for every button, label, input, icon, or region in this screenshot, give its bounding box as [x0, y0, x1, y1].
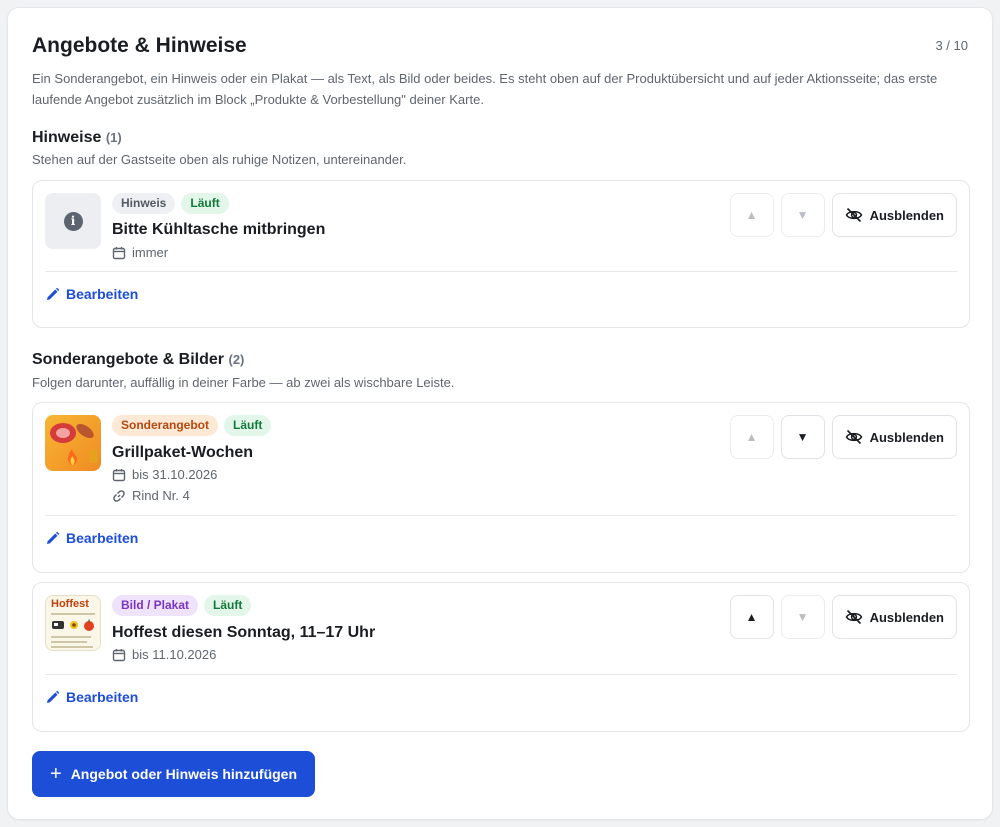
eye-off-icon	[845, 429, 862, 445]
section-title-notes: Hinweise (1)	[32, 129, 122, 147]
offers-notes-panel: Angebote & Hinweise 3 / 10 Ein Sonderang…	[7, 7, 993, 820]
move-down-button[interactable]: ▼	[780, 193, 825, 237]
calendar-icon	[112, 246, 126, 259]
status-badge: Läuft	[224, 415, 272, 436]
eye-off-icon	[845, 207, 862, 223]
item-date: bis 11.10.2026	[112, 647, 216, 662]
section-subtitle-notes: Stehen auf der Gastseite oben als ruhige…	[32, 152, 407, 167]
poster-line	[51, 641, 87, 643]
poster-heading: Hoffest	[51, 598, 89, 610]
item-thumbnail: Hoffest	[45, 595, 101, 651]
badge-group: Bild / Plakat Läuft	[112, 595, 252, 616]
item-controls: ▲ ▼ Ausblenden	[729, 193, 957, 237]
item-link: Rind Nr. 4	[112, 488, 190, 503]
pencil-icon	[47, 531, 60, 544]
pencil-icon	[47, 287, 60, 300]
type-badge: Hinweis	[112, 193, 176, 214]
move-up-button[interactable]: ▲	[729, 415, 774, 459]
move-down-button[interactable]: ▼	[780, 415, 825, 459]
link-label: Rind Nr. 4	[132, 488, 190, 503]
section-count: (2)	[228, 352, 245, 367]
poster-line	[51, 613, 95, 615]
add-offer-button[interactable]: + Angebot oder Hinweis hinzufügen	[32, 751, 316, 797]
item-controls: ▲ ▼ Ausblenden	[729, 595, 957, 639]
section-title-offers: Sonderangebote & Bilder (2)	[32, 351, 244, 369]
hide-button[interactable]: Ausblenden	[831, 595, 957, 639]
status-badge: Läuft	[204, 595, 252, 616]
section-title-label: Hinweise	[32, 129, 102, 146]
poster-line	[51, 636, 91, 638]
item-date: immer	[112, 245, 168, 260]
hide-label: Ausblenden	[869, 609, 944, 625]
item-title: Grillpaket-Wochen	[112, 444, 254, 461]
list-item: Hoffest Bild / Plakat Läuft Hoffest dies…	[32, 582, 970, 732]
date-label: bis 11.10.2026	[132, 647, 217, 662]
badge-group: Hinweis Läuft	[112, 193, 229, 214]
edit-link[interactable]: Bearbeiten	[45, 286, 138, 302]
hide-label: Ausblenden	[869, 429, 944, 445]
hide-button[interactable]: Ausblenden	[831, 415, 957, 459]
item-thumbnail	[45, 415, 101, 471]
grill-image-icon	[50, 423, 98, 465]
type-badge: Bild / Plakat	[112, 595, 199, 616]
pencil-icon	[47, 690, 60, 703]
item-title: Hoffest diesen Sonntag, 11–17 Uhr	[112, 624, 376, 641]
item-counter: 3 / 10	[935, 38, 968, 53]
status-badge: Läuft	[181, 193, 229, 214]
calendar-icon	[112, 648, 126, 661]
edit-label: Bearbeiten	[66, 689, 139, 705]
info-icon: i	[63, 211, 83, 231]
date-label: immer	[132, 245, 169, 260]
item-thumbnail: i	[45, 193, 101, 249]
section-count: (1)	[105, 130, 122, 145]
item-date: bis 31.10.2026	[112, 467, 217, 482]
list-item: i Hinweis Läuft Bitte Kühltasche mitbrin…	[32, 180, 970, 328]
calendar-icon	[112, 468, 126, 481]
move-up-button[interactable]: ▲	[729, 193, 774, 237]
item-title: Bitte Kühltasche mitbringen	[112, 221, 326, 238]
section-subtitle-offers: Folgen darunter, auffällig in deiner Far…	[32, 375, 455, 390]
add-offer-label: Angebot oder Hinweis hinzufügen	[70, 766, 298, 782]
page-title: Angebote & Hinweise	[32, 34, 247, 57]
edit-label: Bearbeiten	[66, 286, 139, 302]
list-item: Sonderangebot Läuft Grillpaket-Wochen bi…	[32, 402, 970, 573]
divider	[45, 674, 957, 675]
panel-header: Angebote & Hinweise 3 / 10	[32, 34, 968, 58]
eye-off-icon	[845, 609, 862, 625]
move-up-button[interactable]: ▲	[729, 595, 774, 639]
date-label: bis 31.10.2026	[132, 467, 218, 482]
intro-text: Ein Sonderangebot, ein Hinweis oder ein …	[32, 71, 938, 107]
plus-icon: +	[50, 763, 62, 785]
poster-image-icon	[52, 619, 94, 631]
edit-link[interactable]: Bearbeiten	[45, 530, 138, 546]
poster-line	[51, 646, 93, 648]
move-down-button[interactable]: ▼	[780, 595, 825, 639]
type-badge: Sonderangebot	[112, 415, 219, 436]
edit-link[interactable]: Bearbeiten	[45, 689, 138, 705]
link-icon	[113, 489, 125, 502]
edit-label: Bearbeiten	[66, 530, 139, 546]
badge-group: Sonderangebot Läuft	[112, 415, 272, 436]
divider	[45, 271, 957, 272]
hide-label: Ausblenden	[869, 207, 944, 223]
hide-button[interactable]: Ausblenden	[831, 193, 957, 237]
divider	[45, 515, 957, 516]
section-title-label: Sonderangebote & Bilder	[32, 351, 225, 368]
item-controls: ▲ ▼ Ausblenden	[729, 415, 957, 459]
